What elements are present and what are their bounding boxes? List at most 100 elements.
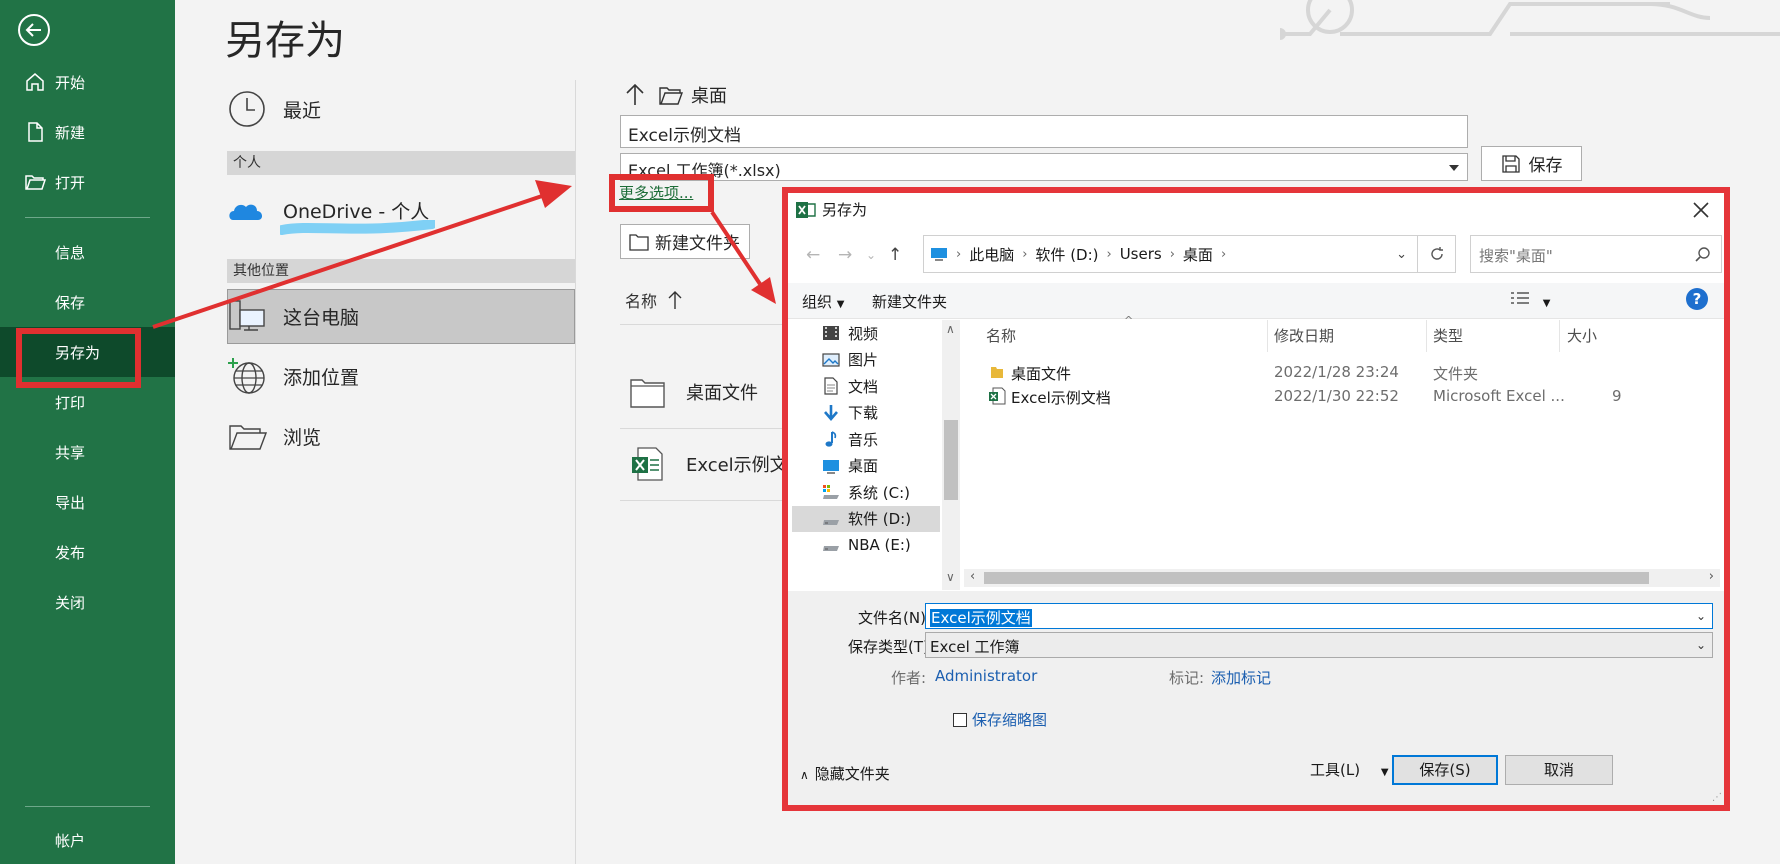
location-add-place[interactable]: 添加位置 <box>227 356 359 396</box>
column-separator <box>1559 320 1560 352</box>
recent-locations-chevron-icon[interactable]: ⌄ <box>866 248 876 262</box>
scrollbar-thumb[interactable] <box>984 572 1649 584</box>
tree-item-videos[interactable]: 视频 <box>792 320 940 346</box>
new-folder-button[interactable]: 新建文件夹 <box>620 224 750 259</box>
dialog-filename-input[interactable]: Excel示例文档 ⌄ <box>925 603 1713 629</box>
dialog-new-folder-button[interactable]: 新建文件夹 <box>872 291 947 312</box>
column-header-size[interactable]: 大小 <box>1567 320 1597 352</box>
new-folder-icon <box>629 233 649 251</box>
sidebar-item-info[interactable]: 信息 <box>0 227 175 277</box>
column-name-label: 名称 <box>625 292 658 311</box>
resize-grip-icon[interactable]: ⋰ <box>1712 792 1722 803</box>
dialog-file-row[interactable]: 桌面文件 2022/1/28 23:24 文件夹 <box>964 360 1704 384</box>
tree-item-downloads[interactable]: 下载 <box>792 400 940 426</box>
sidebar-item-label: 新建 <box>55 123 86 142</box>
view-options-button[interactable]: ▼ <box>1510 290 1550 310</box>
sidebar-item-label: 导出 <box>55 493 86 512</box>
breadcrumb-item[interactable]: Users <box>1120 245 1162 263</box>
location-browse[interactable]: 浏览 <box>227 416 321 456</box>
file-row[interactable]: Excel示例文档 <box>630 446 806 482</box>
file-name: Excel示例文档 <box>1011 389 1111 407</box>
column-header-type[interactable]: 类型 <box>1433 320 1463 352</box>
video-icon <box>823 326 839 340</box>
tree-scrollbar[interactable]: ∧ ∨ <box>942 320 960 590</box>
help-icon[interactable]: ? <box>1686 288 1708 310</box>
dialog-save-button[interactable]: 保存(S) <box>1392 755 1498 785</box>
picture-icon <box>822 352 840 367</box>
hide-folders-toggle[interactable]: ∧ 隐藏文件夹 <box>800 763 890 784</box>
dialog-cancel-button[interactable]: 取消 <box>1505 755 1613 785</box>
tools-menu[interactable]: 工具(L) ▼ <box>1310 759 1389 780</box>
horizontal-scrollbar[interactable]: ‹ › <box>964 569 1720 587</box>
sidebar-item-share[interactable]: 共享 <box>0 427 175 477</box>
annotation-arrow-head <box>535 180 572 208</box>
save-thumbnail-checkbox[interactable] <box>953 713 967 727</box>
sidebar-item-publish[interactable]: 发布 <box>0 527 175 577</box>
dropdown-arrow-icon[interactable]: ⌄ <box>1696 609 1706 623</box>
address-bar[interactable]: › 此电脑 › 软件 (D:) › Users › 桌面 › ⌄ <box>923 235 1418 273</box>
drive-icon <box>823 519 839 525</box>
dialog-file-row[interactable]: Excel示例文档 2022/1/30 22:52 Microsoft Exce… <box>964 384 1704 408</box>
file-row[interactable]: 桌面文件 <box>630 374 758 410</box>
back-arrow-icon[interactable]: ← <box>806 245 820 265</box>
tree-item-drive-c[interactable]: 系统 (C:) <box>792 479 940 505</box>
computer-icon <box>229 300 265 331</box>
column-header-modified[interactable]: 修改日期 <box>1274 320 1334 352</box>
filename-input[interactable]: Excel示例文档 <box>620 115 1468 148</box>
breadcrumb-item[interactable]: 软件 (D:) <box>1035 244 1098 265</box>
dialog-filetype-select[interactable]: Excel 工作簿 ⌄ <box>925 632 1713 658</box>
tree-item-label: 系统 (C:) <box>848 483 910 502</box>
organize-menu[interactable]: 组织 ▼ <box>802 291 845 312</box>
breadcrumb-item[interactable]: 桌面 <box>1183 244 1213 265</box>
column-header-name[interactable]: 名称 <box>625 288 682 312</box>
breadcrumb-item[interactable]: 此电脑 <box>969 244 1014 265</box>
sidebar-item-label: 帐户 <box>55 831 86 850</box>
search-input[interactable]: 搜索"桌面" <box>1470 235 1722 273</box>
up-arrow-icon[interactable]: ↑ <box>888 245 902 265</box>
scroll-right-icon[interactable]: › <box>1709 569 1714 584</box>
tree-item-drive-e[interactable]: NBA (E:) <box>792 532 940 558</box>
tree-item-music[interactable]: 音乐 <box>792 426 940 452</box>
column-separator <box>1267 320 1268 352</box>
tree-item-documents[interactable]: 文档 <box>792 373 940 399</box>
tags-value[interactable]: 添加标记 <box>1211 667 1271 688</box>
save-as-dialog: 另存为 ← → ⌄ ↑ › 此电脑 › 软件 (D:) › Users › 桌面… <box>782 187 1730 811</box>
new-document-icon <box>28 122 43 142</box>
tree-item-pictures[interactable]: 图片 <box>792 347 940 373</box>
forward-arrow-icon[interactable]: → <box>838 245 852 265</box>
author-value[interactable]: Administrator <box>935 667 1037 685</box>
sort-up-arrow-icon <box>668 291 682 309</box>
location-recent[interactable]: 最近 <box>227 89 321 129</box>
back-button[interactable] <box>18 14 50 46</box>
breadcrumb-chevron-icon: › <box>956 246 962 262</box>
breadcrumb-chevron-icon: › <box>1106 246 1112 262</box>
sidebar-item-close[interactable]: 关闭 <box>0 577 175 627</box>
scroll-up-icon[interactable]: ∧ <box>946 322 955 336</box>
filetype-label: 保存类型(T): <box>848 638 934 656</box>
tree-item-desktop[interactable]: 桌面 <box>792 453 940 479</box>
sidebar-item-open[interactable]: 打开 <box>0 157 175 207</box>
file-type: Microsoft Excel ... <box>1433 387 1565 405</box>
refresh-button[interactable] <box>1418 235 1456 273</box>
tree-item-drive-d[interactable]: 软件 (D:) <box>792 505 940 532</box>
file-modified: 2022/1/30 22:52 <box>1274 387 1399 405</box>
dialog-navbar: ← → ⌄ ↑ › 此电脑 › 软件 (D:) › Users › 桌面 › ⌄ <box>798 233 1722 275</box>
sidebar-item-new[interactable]: 新建 <box>0 107 175 157</box>
sidebar-item-export[interactable]: 导出 <box>0 477 175 527</box>
scroll-down-icon[interactable]: ∨ <box>946 570 955 584</box>
scroll-left-icon[interactable]: ‹ <box>970 569 975 584</box>
excel-file-icon <box>989 387 1006 405</box>
scrollbar-thumb[interactable] <box>944 420 958 500</box>
sidebar-item-save[interactable]: 保存 <box>0 277 175 327</box>
current-folder-name: 桌面 <box>691 86 727 107</box>
column-header-name[interactable]: 名称 <box>986 320 1016 352</box>
save-thumbnail-label[interactable]: 保存缩略图 <box>972 709 1047 730</box>
sidebar-item-home[interactable]: 开始 <box>0 57 175 107</box>
save-button[interactable]: 保存 <box>1481 146 1582 181</box>
location-label: 添加位置 <box>283 366 360 389</box>
filetype-select[interactable]: Excel 工作簿(*.xlsx) <box>620 153 1468 181</box>
up-arrow-icon[interactable] <box>625 84 645 106</box>
sidebar-item-account[interactable]: 帐户 <box>0 815 175 864</box>
address-dropdown-icon[interactable]: ⌄ <box>1396 247 1407 262</box>
close-icon[interactable] <box>1690 199 1712 221</box>
